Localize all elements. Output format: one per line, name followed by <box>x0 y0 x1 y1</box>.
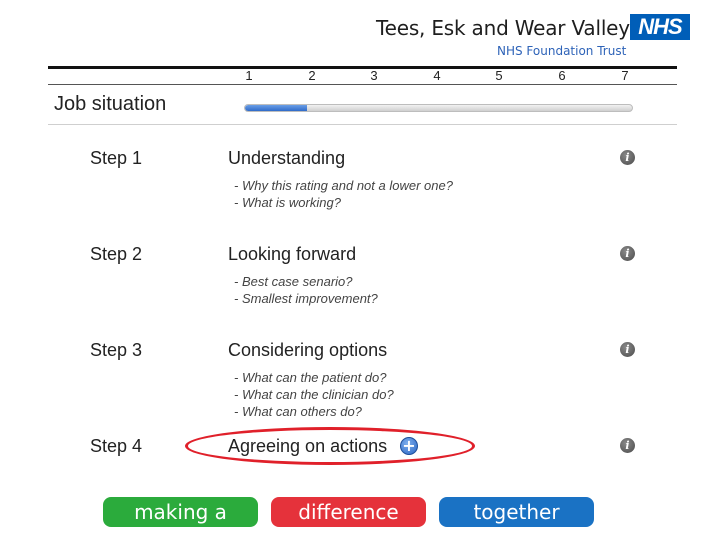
highlight-annotation <box>185 427 475 465</box>
prompt-item: - Best case senario? <box>234 274 353 289</box>
together-button[interactable]: together <box>439 497 594 527</box>
scale-tick: 4 <box>433 68 441 83</box>
step-label: Step 2 <box>90 244 143 264</box>
step-label: Step 3 <box>90 340 143 360</box>
prompt-item: - What can others do? <box>234 404 362 419</box>
difference-button[interactable]: difference <box>271 497 426 527</box>
rating-scale: 1 2 3 4 5 6 7 <box>0 68 720 84</box>
info-icon[interactable]: i <box>620 342 635 357</box>
info-icon[interactable]: i <box>620 246 635 261</box>
scale-divider <box>48 84 677 85</box>
section-title: Job situation <box>54 93 167 115</box>
rating-progress-fill <box>245 105 307 111</box>
step-prompts: - Best case senario? - Smallest improvem… <box>234 273 378 307</box>
prompt-item: - What can the patient do? <box>234 370 387 385</box>
step-prompts: - Why this rating and not a lower one? -… <box>234 177 453 211</box>
info-icon[interactable]: i <box>620 150 635 165</box>
prompt-item: - Smallest improvement? <box>234 291 378 306</box>
prompt-item: - Why this rating and not a lower one? <box>234 178 453 193</box>
org-subtitle: NHS Foundation Trust <box>497 44 627 58</box>
step-label: Step 4 <box>90 436 143 456</box>
section-divider <box>48 124 677 125</box>
scale-tick: 6 <box>558 68 566 83</box>
step-title: Understanding <box>228 148 346 168</box>
step-prompts: - What can the patient do? - What can th… <box>234 369 394 420</box>
info-icon[interactable]: i <box>620 438 635 453</box>
rating-progress-bar[interactable] <box>244 104 633 112</box>
prompt-item: - What is working? <box>234 195 341 210</box>
step-title: Considering options <box>228 340 388 360</box>
scale-tick: 1 <box>245 68 253 83</box>
nhs-logo: NHS <box>630 14 690 40</box>
step-title: Looking forward <box>228 244 357 264</box>
scale-tick: 7 <box>621 68 629 83</box>
scale-tick: 5 <box>495 68 503 83</box>
scale-tick: 2 <box>308 68 316 83</box>
step-label: Step 1 <box>90 148 143 168</box>
org-name: Tees, Esk and Wear Valleys <box>376 16 641 40</box>
making-a-button[interactable]: making a <box>103 497 258 527</box>
scale-tick: 3 <box>370 68 378 83</box>
prompt-item: - What can the clinician do? <box>234 387 394 402</box>
